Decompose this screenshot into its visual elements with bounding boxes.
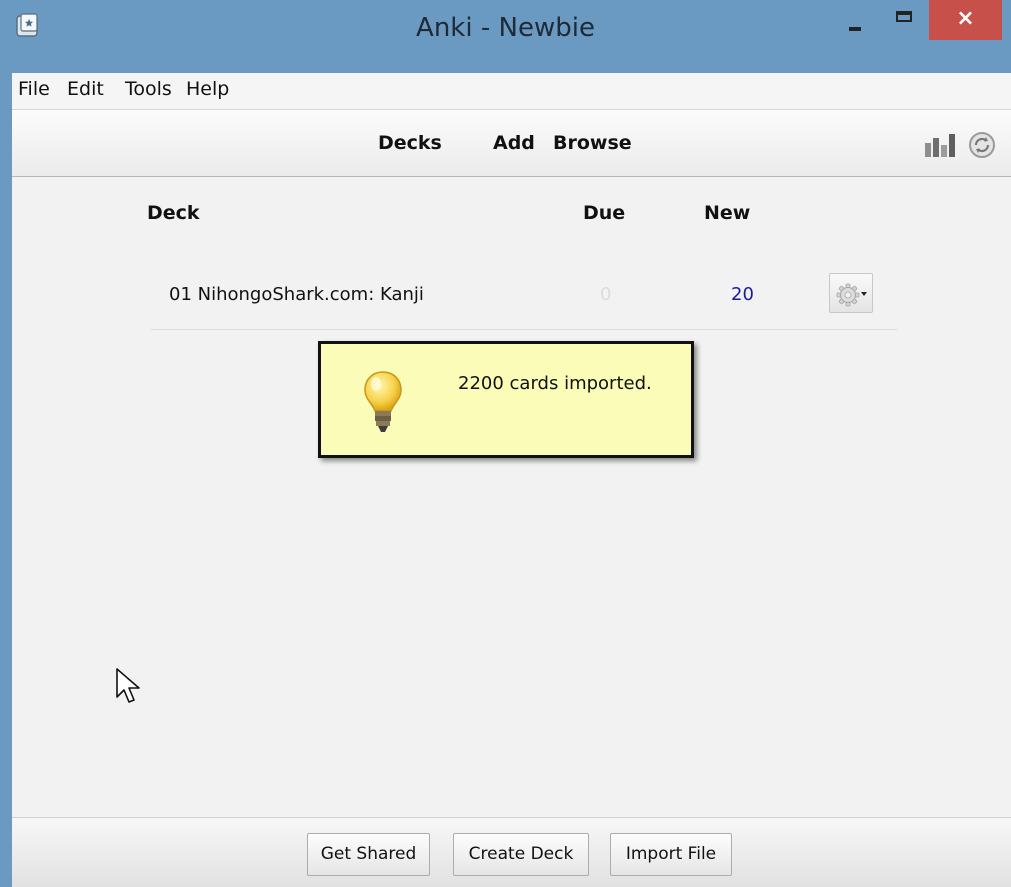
minimize-button[interactable] (830, 0, 880, 40)
maximize-button[interactable] (882, 0, 928, 40)
menu-help[interactable]: Help (186, 78, 229, 100)
import-file-button[interactable]: Import File (610, 833, 732, 876)
create-deck-button[interactable]: Create Deck (453, 833, 589, 876)
sync-icon[interactable] (968, 131, 996, 159)
window-border (0, 0, 12, 887)
menu-tools[interactable]: Tools (125, 78, 172, 100)
title-bar[interactable]: Anki - Newbie × (0, 0, 1011, 73)
column-header-deck: Deck (147, 202, 200, 224)
close-icon: × (956, 6, 975, 31)
gear-icon (836, 283, 860, 307)
lightbulb-icon (364, 371, 402, 432)
deck-name-link[interactable]: 01 NihongoShark.com: Kanji (169, 284, 424, 305)
close-button[interactable]: × (929, 0, 1002, 40)
tooltip-message: 2200 cards imported. (458, 373, 652, 394)
menu-edit[interactable]: Edit (67, 78, 104, 100)
mouse-cursor-icon (116, 668, 140, 703)
get-shared-button[interactable]: Get Shared (307, 833, 430, 876)
bottom-bar: Get Shared Create Deck Import File (12, 817, 1011, 887)
minimize-icon (849, 27, 861, 31)
deck-options-button[interactable] (829, 273, 873, 313)
new-count: 20 (731, 284, 754, 305)
anki-main-window: Anki - Newbie × File Edit Tools Help Dec… (0, 0, 1011, 887)
menu-bar: File Edit Tools Help (12, 73, 1011, 110)
deck-row[interactable]: 01 NihongoShark.com: Kanji 0 20 (151, 259, 897, 330)
stats-icon[interactable] (924, 132, 958, 157)
nav-browse[interactable]: Browse (553, 132, 632, 154)
nav-decks[interactable]: Decks (378, 132, 442, 154)
chevron-down-icon (861, 292, 867, 296)
import-notification-tooltip: 2200 cards imported. (318, 341, 694, 458)
menu-file[interactable]: File (18, 78, 50, 100)
deck-browser: Deck Due New 01 NihongoShark.com: Kanji … (12, 177, 1011, 817)
nav-add[interactable]: Add (493, 132, 535, 154)
top-toolbar: Decks Add Browse (12, 110, 1011, 177)
due-count: 0 (600, 284, 612, 305)
column-header-new: New (704, 202, 751, 224)
column-header-due: Due (583, 202, 626, 224)
maximize-icon (896, 11, 912, 22)
